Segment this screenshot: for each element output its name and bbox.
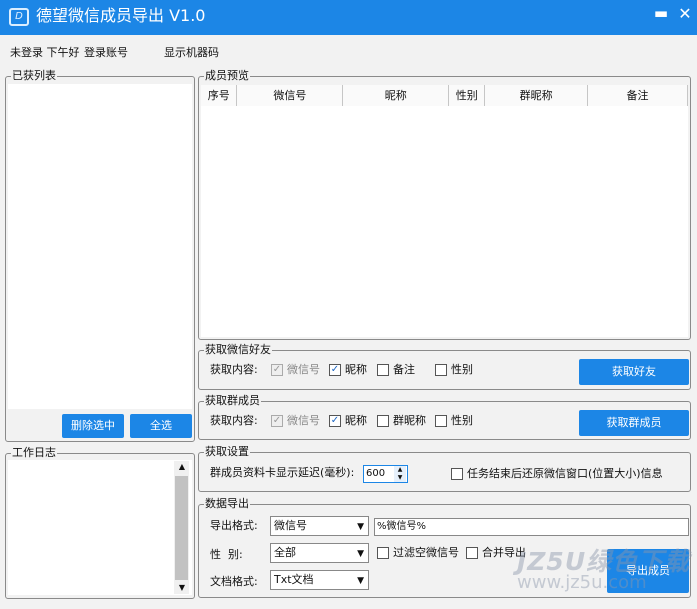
export-format-label: 导出格式: xyxy=(210,519,258,532)
friends-gender-label: 性别 xyxy=(451,363,473,376)
get-settings-legend: 获取设置 xyxy=(205,445,249,458)
work-log-scroll-thumb[interactable] xyxy=(175,476,188,580)
export-template-value: %微信号% xyxy=(377,521,427,532)
title-bar: D 德望微信成员导出 V1.0 ▬ ✕ xyxy=(0,0,697,35)
column-header[interactable]: 群昵称 xyxy=(484,85,589,107)
friends-remark-checkbox[interactable] xyxy=(377,364,389,376)
doc-format-label: 文档格式: xyxy=(210,575,258,588)
get-group-members-button[interactable]: 获取群成员 xyxy=(579,410,689,436)
close-icon[interactable]: ✕ xyxy=(676,4,694,24)
group-group-nickname-checkbox[interactable] xyxy=(377,415,389,427)
scroll-up-icon[interactable]: ▲ xyxy=(176,462,188,472)
table-header-row: 序号 微信号 昵称 性别 群昵称 备注 xyxy=(201,85,688,107)
minimize-icon[interactable]: ▬ xyxy=(652,4,670,24)
export-format-value: 微信号 xyxy=(274,519,307,532)
delay-label: 群成员资料卡显示延迟(毫秒): xyxy=(210,466,355,479)
restore-window-label: 任务结束后还原微信窗口(位置大小)信息 xyxy=(467,467,663,480)
window-title: 德望微信成员导出 V1.0 xyxy=(36,6,206,25)
gender-value: 全部 xyxy=(274,546,296,559)
merge-export-checkbox[interactable] xyxy=(466,547,478,559)
member-preview-table[interactable]: 序号 微信号 昵称 性别 群昵称 备注 xyxy=(201,85,688,107)
friends-remark-label: 备注 xyxy=(393,363,415,376)
restore-window-checkbox[interactable] xyxy=(451,468,463,480)
gender-label: 性 别: xyxy=(210,548,243,561)
doc-format-select[interactable]: Txt文档 ▼ xyxy=(270,570,369,590)
member-preview-legend: 成员预览 xyxy=(205,69,249,82)
scroll-down-icon[interactable]: ▼ xyxy=(176,583,188,593)
filter-empty-checkbox[interactable] xyxy=(377,547,389,559)
group-group-nickname-label: 群昵称 xyxy=(393,414,426,427)
friends-wechat-id-checkbox[interactable]: ✓ xyxy=(271,364,283,376)
filter-empty-label: 过滤空微信号 xyxy=(393,546,459,559)
delay-value: 600 xyxy=(366,468,386,479)
export-template-input[interactable]: %微信号% xyxy=(374,518,689,536)
friends-gender-checkbox[interactable] xyxy=(435,364,447,376)
acquired-list-box[interactable] xyxy=(8,84,192,409)
watermark-url: www.jz5u.com xyxy=(517,572,647,593)
friends-nickname-label: 昵称 xyxy=(345,363,367,376)
doc-format-value: Txt文档 xyxy=(274,573,314,586)
delete-selected-button[interactable]: 删除选中 xyxy=(62,414,124,438)
data-export-legend: 数据导出 xyxy=(205,497,249,510)
member-preview-body[interactable] xyxy=(201,106,688,337)
group-wechat-id-checkbox[interactable]: ✓ xyxy=(271,415,283,427)
column-header[interactable]: 昵称 xyxy=(342,85,450,107)
group-wechat-id-label: 微信号 xyxy=(287,414,320,427)
friends-content-label: 获取内容: xyxy=(210,363,258,376)
delay-spinbox[interactable]: 600 ▲ ▼ xyxy=(363,465,408,483)
show-machine-code-link[interactable]: 显示机器码 xyxy=(164,44,219,59)
login-account-link[interactable]: 登录账号 xyxy=(84,44,128,59)
column-header[interactable]: 序号 xyxy=(201,85,238,107)
column-header[interactable]: 微信号 xyxy=(236,85,344,107)
select-all-button[interactable]: 全选 xyxy=(130,414,192,438)
friends-nickname-checkbox[interactable]: ✓ xyxy=(329,364,341,376)
chevron-down-icon: ▼ xyxy=(357,522,364,532)
get-friends-legend: 获取微信好友 xyxy=(205,343,271,356)
chevron-down-icon: ▼ xyxy=(357,549,364,559)
group-content-label: 获取内容: xyxy=(210,414,258,427)
work-log-legend: 工作日志 xyxy=(12,446,56,459)
get-group-members-legend: 获取群成员 xyxy=(205,394,260,407)
group-gender-checkbox[interactable] xyxy=(435,415,447,427)
work-log-textarea[interactable] xyxy=(8,460,192,595)
export-format-select[interactable]: 微信号 ▼ xyxy=(270,516,369,536)
group-gender-label: 性别 xyxy=(451,414,473,427)
chevron-down-icon: ▼ xyxy=(357,576,364,586)
get-friends-button[interactable]: 获取好友 xyxy=(579,359,689,385)
column-header[interactable]: 性别 xyxy=(448,85,486,107)
login-status-text: 未登录 下午好 xyxy=(10,46,80,59)
group-nickname-label: 昵称 xyxy=(345,414,367,427)
group-nickname-checkbox[interactable]: ✓ xyxy=(329,415,341,427)
acquired-list-legend: 已获列表 xyxy=(12,69,56,82)
friends-wechat-id-label: 微信号 xyxy=(287,363,320,376)
spin-arrows-icon[interactable]: ▲ ▼ xyxy=(394,466,406,482)
gender-select[interactable]: 全部 ▼ xyxy=(270,543,369,563)
app-logo-icon: D xyxy=(9,8,29,26)
column-header[interactable]: 备注 xyxy=(587,85,688,107)
